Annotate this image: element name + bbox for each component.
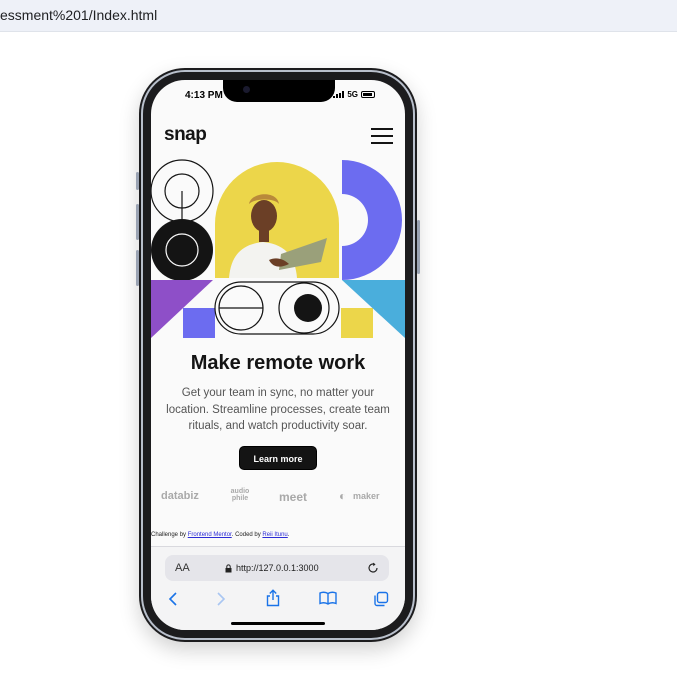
- safari-address-bar[interactable]: AA http://127.0.0.1:3000: [165, 555, 389, 581]
- notch: [223, 80, 335, 102]
- pill-outline-group: [214, 281, 340, 335]
- battery-icon: [361, 91, 375, 98]
- hamburger-menu-icon[interactable]: [371, 128, 393, 144]
- site-logo[interactable]: snap: [164, 124, 207, 146]
- bookmarks-icon[interactable]: [319, 591, 337, 605]
- status-indicators: 5G: [333, 90, 375, 99]
- black-circle: [151, 219, 213, 281]
- power-button: [417, 220, 420, 274]
- client-databiz: databiz: [161, 490, 199, 502]
- client-logos: databiz audio phile meet ◐ maker: [161, 488, 395, 510]
- hero-subtitle: Get your team in sync, no matter your lo…: [166, 387, 390, 432]
- volume-up-button: [136, 204, 139, 240]
- volume-down-button: [136, 250, 139, 286]
- reload-icon[interactable]: [367, 562, 379, 574]
- periwinkle-half-ring: [342, 160, 402, 280]
- attribution-suffix: .: [287, 532, 290, 538]
- hero-illustration: [151, 159, 405, 338]
- signal-icon: [333, 91, 345, 98]
- outline-ring-top: [151, 159, 214, 223]
- safari-url[interactable]: http://127.0.0.1:3000: [225, 563, 319, 573]
- yellow-square: [341, 308, 373, 338]
- attribution-prefix: Challenge by: [151, 532, 188, 538]
- browser-url-text: essment%201/Index.html: [0, 7, 158, 23]
- hero-headline: Make remote work: [190, 352, 366, 374]
- author-link[interactable]: Reii Itunu: [262, 532, 287, 538]
- client-audiophile: audio phile: [230, 488, 250, 502]
- safari-bottom-bar: AA http://127.0.0.1:3000: [151, 546, 405, 630]
- maker-icon: ◐: [339, 489, 347, 503]
- text-size-button[interactable]: AA: [175, 562, 190, 574]
- lock-icon: [225, 563, 232, 572]
- phone-frame: 4:13 PM 5G snap Make remote work Get you…: [136, 68, 420, 642]
- frontend-mentor-link[interactable]: Frontend Mentor: [188, 532, 232, 538]
- tabs-icon[interactable]: [373, 591, 389, 607]
- back-icon[interactable]: [167, 591, 179, 607]
- client-meet: meet: [279, 490, 308, 504]
- status-time: 4:13 PM: [185, 90, 223, 101]
- attribution: Challenge by Frontend Mentor. Coded by R…: [151, 532, 405, 538]
- network-label: 5G: [347, 90, 358, 99]
- safari-url-text: http://127.0.0.1:3000: [236, 563, 319, 573]
- hero-photo: [215, 162, 339, 278]
- learn-more-button[interactable]: Learn more: [239, 446, 317, 470]
- share-icon[interactable]: [265, 589, 281, 607]
- browser-url-bar[interactable]: essment%201/Index.html: [0, 0, 677, 32]
- client-maker: maker: [353, 491, 380, 501]
- silent-switch: [136, 172, 139, 190]
- forward-icon[interactable]: [215, 591, 227, 607]
- attribution-middle: . Coded by: [231, 532, 263, 538]
- safari-toolbar: [151, 589, 405, 613]
- periwinkle-square: [183, 308, 215, 338]
- home-indicator: [231, 622, 325, 625]
- phone-screen: 4:13 PM 5G snap Make remote work Get you…: [151, 80, 405, 630]
- camera-dot: [243, 86, 250, 93]
